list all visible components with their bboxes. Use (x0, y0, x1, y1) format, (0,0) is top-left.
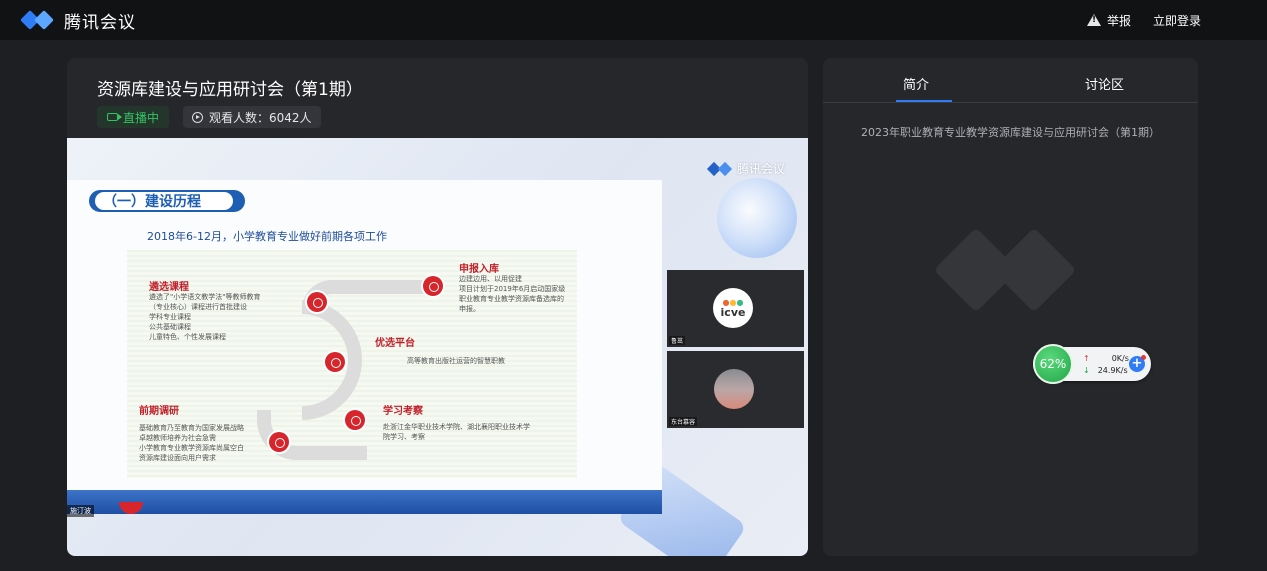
app-name: 腾讯会议 (64, 12, 136, 33)
icve-logo-icon: ●●● icve (713, 288, 753, 328)
section-text: 遴选了"小学语文教学法"等教师教育 （专业核心）课程进行首批建设 学科专业课程 … (149, 293, 261, 341)
live-label: 直播中 (123, 110, 160, 125)
viewer-count-badge: 观看人数：6042人 (183, 106, 321, 128)
top-bar: 腾讯会议 举报 立即登录 (0, 0, 1267, 40)
section-title: 学习考察 (383, 406, 423, 417)
section-text: 边建边用、以用促建 项目计划于2019年6月启动国家级 职业教育专业教学资源库备… (459, 275, 566, 313)
page-title: 资源库建设与应用研讨会（第1期） (97, 80, 363, 100)
tencent-meeting-logo-icon (20, 10, 60, 30)
report-label: 举报 (1106, 13, 1131, 28)
accelerate-button[interactable]: + (1129, 355, 1146, 372)
camera-icon (107, 113, 122, 121)
live-status-badge: 直播中 (97, 106, 170, 128)
presentation-slide: （一）建设历程 2018年6-12月，小学教育专业做好前期各项工作 遴选课程 遴… (67, 180, 662, 514)
section-title: 前期调研 (139, 406, 179, 417)
upload-arrow-icon: ↑ (1083, 354, 1090, 363)
tencent-meeting-placeholder-logo-icon (926, 227, 1096, 320)
timeline-node-icon (325, 352, 345, 372)
section-text: 赴浙江金华职业技术学院、湖北襄阳职业技术学 院学习、考察 (383, 423, 530, 441)
viewer-count: 观看人数：6042人 (209, 110, 312, 125)
video-player[interactable]: 腾讯会议 （一）建设历程 2018年6-12月，小学教育专业做好前期各项工作 遴… (67, 138, 808, 556)
participant-thumbnail[interactable]: ●●● icve 鲁茁 (667, 270, 804, 347)
login-button[interactable]: 立即登录 (1153, 12, 1201, 29)
slide-footer-bar (67, 490, 662, 514)
upload-speed: ↑ 0K/s (1083, 354, 1129, 363)
section-title: 遴选课程 (149, 282, 189, 293)
report-button[interactable]: 举报 (1086, 12, 1131, 29)
slide-subtitle: 2018年6-12月，小学教育专业做好前期各项工作 (147, 230, 387, 243)
timeline-node-icon (307, 292, 327, 312)
play-circle-icon (192, 111, 203, 123)
section-text: 高等教育出版社运营的智慧职教 (407, 357, 505, 365)
download-arrow-icon: ↓ (1083, 366, 1090, 375)
network-usage-percent: 62% (1033, 344, 1073, 384)
side-panel: 简介 讨论区 2023年职业教育专业教学资源库建设与应用研讨会（第1期） (823, 58, 1198, 556)
decorative-glass-shape (717, 178, 797, 258)
tencent-meeting-logo-icon (706, 161, 733, 176)
intro-description: 2023年职业教育专业教学资源库建设与应用研讨会（第1期） (861, 126, 1160, 139)
active-tab-indicator (896, 100, 952, 102)
slide-header: （一）建设历程 (89, 190, 245, 212)
timeline-node-icon (423, 276, 443, 296)
participant-thumbnail[interactable]: 东台慕容 (667, 351, 804, 428)
tab-intro[interactable]: 简介 (903, 74, 929, 93)
app-logo[interactable]: 腾讯会议 (20, 8, 136, 33)
side-tabs: 简介 讨论区 (823, 58, 1198, 103)
video-watermark: 腾讯会议 (706, 160, 785, 177)
participant-name: 鲁茁 (669, 336, 686, 345)
timeline-node-icon (269, 432, 289, 452)
download-speed: ↓ 24.9K/s (1083, 366, 1128, 375)
section-title: 申报入库 (459, 264, 499, 275)
section-text: 基础教育乃至教育为国家发展战略 卓越教师培养为社会急需 小学教育专业教学资源库尚… (139, 424, 244, 462)
network-speed-widget[interactable]: 62% ↑ 0K/s ↓ 24.9K/s + (1033, 344, 1151, 384)
speaker-name-tag: 施汀波 (67, 505, 94, 517)
tab-discussion[interactable]: 讨论区 (1085, 74, 1124, 93)
section-title: 优选平台 (375, 338, 415, 349)
live-panel: 资源库建设与应用研讨会（第1期） 直播中 观看人数：6042人 腾讯会议 （一）… (67, 58, 808, 556)
avatar (714, 369, 754, 409)
timeline-node-icon (345, 410, 365, 430)
participant-name: 东台慕容 (669, 417, 698, 426)
warning-icon (1086, 14, 1101, 26)
